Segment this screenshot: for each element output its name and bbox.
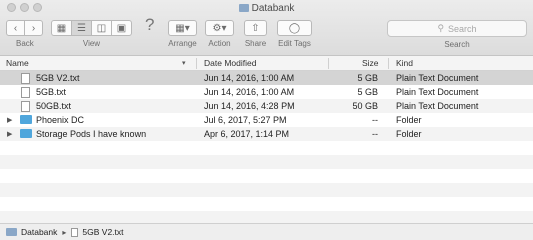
share-label: Share xyxy=(244,39,267,48)
file-size: 50 GB xyxy=(352,101,378,111)
file-kind: Plain Text Document xyxy=(396,101,479,111)
file-size: 5 GB xyxy=(357,73,378,83)
folder-row[interactable]: ▶ Storage Pods I have known Apr 6, 2017,… xyxy=(0,127,533,141)
file-date: Jul 6, 2017, 5:27 PM xyxy=(204,115,287,125)
file-date: Jun 14, 2016, 1:00 AM xyxy=(204,87,295,97)
file-name: 5GB.txt xyxy=(36,87,67,97)
back-button[interactable]: ‹ xyxy=(6,20,25,36)
share-group: ⇧ Share xyxy=(244,20,267,48)
empty-row xyxy=(0,197,533,211)
file-size: -- xyxy=(372,129,378,139)
edit-tags-group: ◯ Edit Tags xyxy=(277,20,312,48)
search-icon: ⚲ xyxy=(437,23,445,33)
toolbar: Databank ‹ › Back ▦ ☰ ◫ ▣ View ? ▦▾ Arra… xyxy=(0,0,533,56)
back-label: Back xyxy=(16,39,34,48)
empty-row xyxy=(0,155,533,169)
path-bar: Databank ▸ 5GB V2.txt xyxy=(0,223,533,240)
empty-row xyxy=(0,183,533,197)
folder-icon xyxy=(20,129,32,138)
kind-column-header[interactable]: Kind xyxy=(396,58,413,68)
column-view-button[interactable]: ◫ xyxy=(91,20,112,36)
folder-icon xyxy=(6,228,17,236)
edit-tags-label: Edit Tags xyxy=(278,39,311,48)
arrange-label: Arrange xyxy=(168,39,197,48)
file-row[interactable]: 5GB.txt Jun 14, 2016, 1:00 AM 5 GB Plain… xyxy=(0,85,533,99)
path-item-databank[interactable]: Databank xyxy=(21,227,57,237)
list-view-button[interactable]: ☰ xyxy=(71,20,92,36)
arrange-grid-icon: ▦▾ xyxy=(175,22,190,34)
edit-tags-button[interactable]: ◯ xyxy=(277,20,312,36)
icon-view-button[interactable]: ▦ xyxy=(51,20,72,36)
file-name: Storage Pods I have known xyxy=(36,129,147,139)
action-group: ⚙▾ Action xyxy=(205,20,234,48)
file-kind: Plain Text Document xyxy=(396,87,479,97)
file-row[interactable]: 5GB V2.txt Jun 14, 2016, 1:00 AM 5 GB Pl… xyxy=(0,71,533,85)
file-date: Jun 14, 2016, 1:00 AM xyxy=(204,73,295,83)
view-group: ▦ ☰ ◫ ▣ View xyxy=(51,20,132,48)
tag-icon: ◯ xyxy=(288,22,301,34)
text-document-icon xyxy=(21,73,30,84)
name-column-header[interactable]: Name xyxy=(6,58,29,68)
sort-chevron-icon: ▾ xyxy=(182,60,186,67)
folder-icon xyxy=(238,4,249,12)
columns-icon: ◫ xyxy=(96,22,107,34)
arrange-button[interactable]: ▦▾ xyxy=(168,20,197,36)
empty-row xyxy=(0,169,533,183)
disclosure-triangle-icon[interactable]: ▶ xyxy=(7,130,12,138)
empty-row xyxy=(0,211,533,223)
chevron-right-icon: ▸ xyxy=(62,227,67,237)
arrange-group: ▦▾ Arrange xyxy=(168,20,197,48)
share-icon: ⇧ xyxy=(251,22,260,34)
file-name: 50GB.txt xyxy=(36,101,72,111)
file-kind: Folder xyxy=(396,129,422,139)
folder-row[interactable]: ▶ Phoenix DC Jul 6, 2017, 5:27 PM -- Fol… xyxy=(0,113,533,127)
text-document-icon xyxy=(71,227,79,237)
help-icon[interactable]: ? xyxy=(145,15,154,35)
search-placeholder: Search xyxy=(448,23,477,34)
action-label: Action xyxy=(208,39,231,48)
file-date: Jun 14, 2016, 4:28 PM xyxy=(204,101,295,111)
size-column-header[interactable]: Size xyxy=(362,58,379,68)
file-kind: Plain Text Document xyxy=(396,73,479,83)
share-button[interactable]: ⇧ xyxy=(244,20,267,36)
gallery-icon: ▣ xyxy=(116,22,127,34)
finder-window: Databank ‹ › Back ▦ ☰ ◫ ▣ View ? ▦▾ Arra… xyxy=(0,0,533,240)
view-label: View xyxy=(82,39,101,48)
back-forward-group: ‹ › Back xyxy=(6,20,43,48)
chevron-right-icon: › xyxy=(31,22,36,34)
grid-icon: ▦ xyxy=(56,22,67,34)
disclosure-triangle-icon[interactable]: ▶ xyxy=(7,116,12,124)
file-list: 5GB V2.txt Jun 14, 2016, 1:00 AM 5 GB Pl… xyxy=(0,71,533,223)
file-row[interactable]: 50GB.txt Jun 14, 2016, 4:28 PM 50 GB Pla… xyxy=(0,99,533,113)
file-kind: Folder xyxy=(396,115,422,125)
path-item-file[interactable]: 5GB V2.txt xyxy=(82,227,123,237)
empty-row xyxy=(0,141,533,155)
text-document-icon xyxy=(21,87,30,98)
gallery-view-button[interactable]: ▣ xyxy=(111,20,132,36)
search-label: Search xyxy=(444,40,470,49)
action-button[interactable]: ⚙▾ xyxy=(205,20,234,36)
date-modified-column-header[interactable]: Date Modified xyxy=(204,58,256,68)
forward-button[interactable]: › xyxy=(24,20,43,36)
chevron-left-icon: ‹ xyxy=(13,22,18,34)
search-input[interactable]: ⚲ Search xyxy=(387,20,527,37)
list-icon: ☰ xyxy=(77,22,86,34)
window-title: Databank xyxy=(0,3,533,14)
gear-icon: ⚙▾ xyxy=(212,22,227,34)
file-date: Apr 6, 2017, 1:14 PM xyxy=(204,129,290,139)
text-document-icon xyxy=(21,101,30,112)
column-header: Name ▾ Date Modified Size Kind xyxy=(0,56,533,71)
file-size: -- xyxy=(372,115,378,125)
file-size: 5 GB xyxy=(357,87,378,97)
file-name: Phoenix DC xyxy=(36,115,85,125)
folder-icon xyxy=(20,115,32,124)
file-name: 5GB V2.txt xyxy=(36,73,80,83)
